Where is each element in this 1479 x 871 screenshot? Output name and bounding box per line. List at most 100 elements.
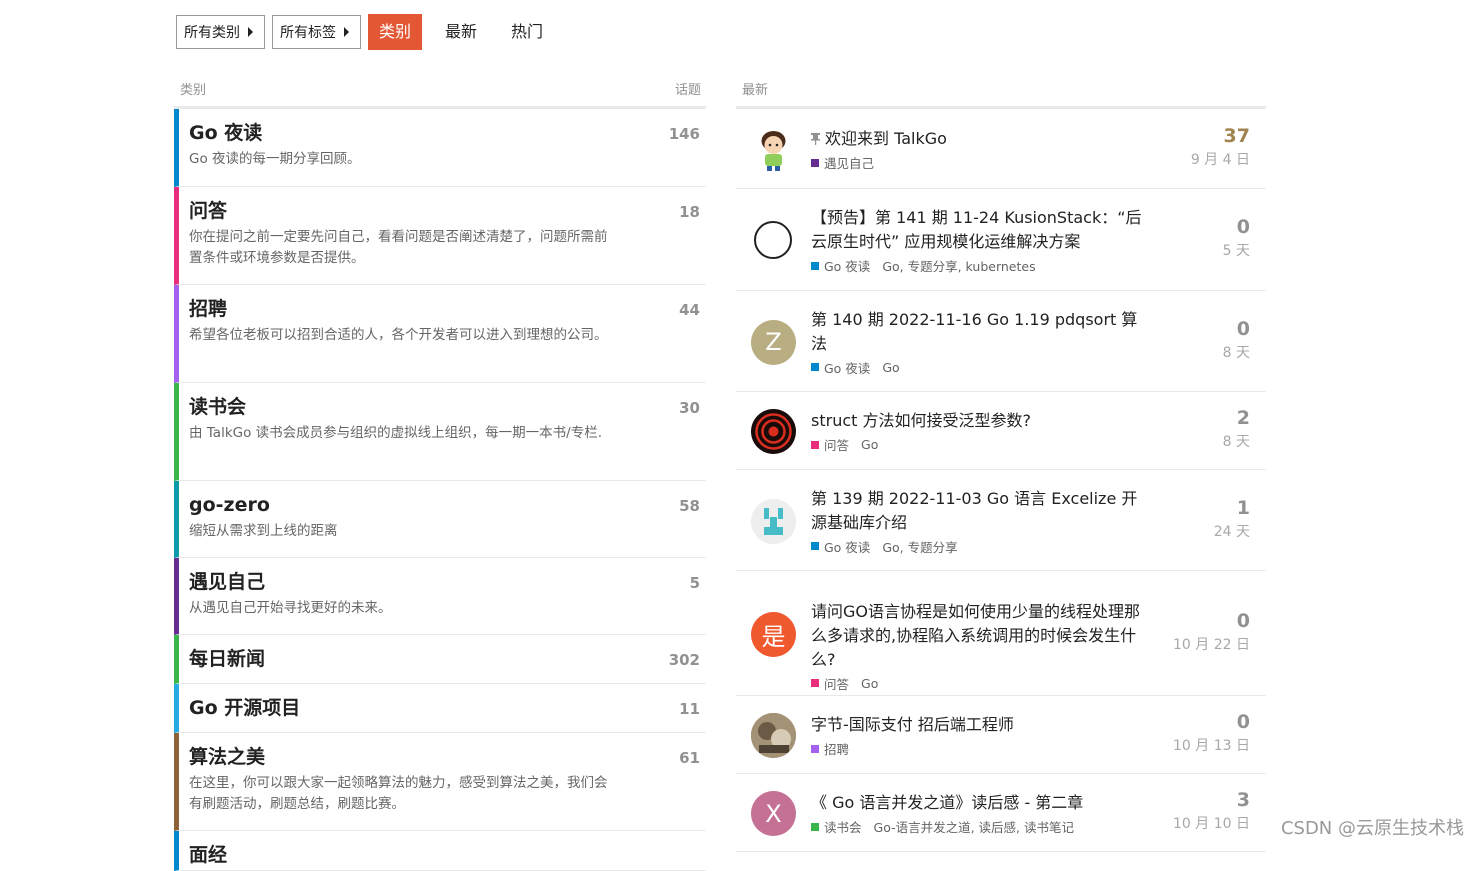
category-row[interactable]: Go 夜读 Go 夜读的每一期分享回顾。 146 bbox=[174, 109, 706, 187]
topic-stats: 08 天 bbox=[1223, 318, 1250, 362]
topic-title-link[interactable]: 欢迎来到 TalkGo bbox=[811, 127, 1151, 151]
category-row[interactable]: Go 开源项目 11 bbox=[174, 684, 706, 733]
user-avatar[interactable] bbox=[751, 713, 796, 758]
topic-title-link[interactable]: 【预告】第 141 期 11-24 KusionStack：“后云原生时代” 应… bbox=[811, 206, 1151, 254]
topic-activity-date[interactable]: 9 月 4 日 bbox=[1191, 149, 1250, 169]
topic-activity-date[interactable]: 8 天 bbox=[1223, 342, 1250, 362]
category-badge-square bbox=[811, 542, 819, 550]
topic-row[interactable]: 是请问GO语言协程是如何使用少量的线程处理那么多请求的,协程陷入系统调用的时候会… bbox=[736, 571, 1266, 696]
topic-meta: Go 夜读 Go, 专题分享, kubernetes bbox=[811, 256, 1151, 275]
topic-category-link[interactable]: 遇见自己 bbox=[824, 153, 874, 172]
category-row[interactable]: 问答你在提问之前一定要先问自己，看看问题是否阐述清楚了，问题所需前置条件或环境参… bbox=[174, 187, 706, 285]
category-description: 你在提问之前一定要先问自己，看看问题是否阐述清楚了，问题所需前置条件或环境参数是… bbox=[189, 229, 608, 266]
topic-category-link[interactable]: 招聘 bbox=[824, 739, 849, 758]
topic-post-count[interactable]: 0 bbox=[1173, 610, 1250, 632]
topic-activity-date[interactable]: 10 月 22 日 bbox=[1173, 634, 1250, 654]
user-avatar[interactable]: X bbox=[751, 791, 796, 836]
topics-column-header[interactable]: 话题 bbox=[675, 79, 701, 98]
user-avatar[interactable] bbox=[754, 221, 792, 259]
topic-meta: 遇见自己 bbox=[811, 153, 1151, 172]
user-avatar[interactable]: Z bbox=[751, 319, 796, 365]
topic-category-link[interactable]: 问答 bbox=[824, 674, 849, 693]
tab-categories[interactable]: 类别 bbox=[368, 14, 423, 50]
category-badge-square bbox=[811, 679, 819, 687]
topic-tags[interactable]: Go, 专题分享, kubernetes bbox=[882, 256, 1035, 275]
topic-post-count[interactable]: 0 bbox=[1223, 318, 1250, 340]
user-avatar[interactable] bbox=[751, 498, 796, 544]
topic-title-link[interactable]: 《 Go 语言并发之道》读后感 - 第二章 bbox=[811, 791, 1151, 815]
category-row[interactable]: 招聘希望各位老板可以招到合适的人，各个开发者可以进入到理想的公司。 44 bbox=[174, 285, 706, 383]
topic-activity-date[interactable]: 8 天 bbox=[1223, 431, 1250, 451]
category-row[interactable]: 遇见自己从遇见自己开始寻找更好的未来。 5 bbox=[174, 558, 706, 635]
category-name[interactable]: 读书会 bbox=[189, 395, 619, 419]
topic-category-link[interactable]: Go 夜读 bbox=[824, 256, 870, 275]
topic-post-count[interactable]: 0 bbox=[1173, 711, 1250, 733]
topic-activity-date[interactable]: 24 天 bbox=[1214, 521, 1250, 541]
topic-tags[interactable]: Go-语言并发之道, 读后感, 读书笔记 bbox=[874, 817, 1074, 836]
user-avatar[interactable] bbox=[751, 127, 796, 172]
category-name[interactable]: 遇见自己 bbox=[189, 570, 619, 594]
category-row[interactable]: go-zero 缩短从需求到上线的距离 58 bbox=[174, 481, 706, 558]
category-name[interactable]: 算法之美 bbox=[189, 745, 619, 769]
category-description: 希望各位老板可以招到合适的人，各个开发者可以进入到理想的公司。 bbox=[189, 327, 608, 343]
topic-title-link[interactable]: 第 140 期 2022-11-16 Go 1.19 pdqsort 算法 bbox=[811, 308, 1151, 356]
topic-activity-date[interactable]: 10 月 10 日 bbox=[1173, 813, 1250, 833]
topic-main: 请问GO语言协程是如何使用少量的线程处理那么多请求的,协程陷入系统调用的时候会发… bbox=[811, 600, 1151, 693]
topic-row[interactable]: X 《 Go 语言并发之道》读后感 - 第二章读书会 Go-语言并发之道, 读后感,… bbox=[736, 774, 1266, 852]
all-categories-label: 所有类别 bbox=[184, 25, 240, 41]
topic-row[interactable]: 第 139 期 2022-11-03 Go 语言 Excelize 开源基础库介… bbox=[736, 470, 1266, 571]
category-name[interactable]: Go 夜读 bbox=[189, 121, 619, 145]
topic-tags[interactable]: Go bbox=[861, 676, 878, 691]
category-column-header[interactable]: 类别 bbox=[180, 79, 206, 98]
all-categories-dropdown[interactable]: 所有类别 bbox=[176, 15, 265, 49]
topic-tags[interactable]: Go bbox=[882, 360, 899, 375]
category-name[interactable]: 问答 bbox=[189, 199, 619, 223]
topic-main: 第 140 期 2022-11-16 Go 1.19 pdqsort 算法 Go … bbox=[811, 308, 1151, 377]
topic-tags[interactable]: Go, 专题分享 bbox=[882, 537, 957, 556]
topic-list: 欢迎来到 TalkGo 遇见自己 37 9 月 4 日【预告】第 141 期 11-2… bbox=[736, 109, 1266, 852]
topic-title-link[interactable]: 第 139 期 2022-11-03 Go 语言 Excelize 开源基础库介… bbox=[811, 487, 1151, 535]
user-avatar[interactable] bbox=[751, 409, 796, 454]
category-description: 从遇见自己开始寻找更好的未来。 bbox=[189, 600, 392, 616]
topic-main: struct 方法如何接受泛型参数? 问答 Go bbox=[811, 409, 1151, 454]
user-avatar[interactable]: 是 bbox=[751, 611, 796, 657]
topic-title-link[interactable]: 请问GO语言协程是如何使用少量的线程处理那么多请求的,协程陷入系统调用的时候会发… bbox=[811, 600, 1151, 672]
category-row[interactable]: 读书会由 TalkGo 读书会成员参与组织的虚拟线上组织，每一期一本书/专栏. 3… bbox=[174, 383, 706, 481]
tab-top[interactable]: 热门 bbox=[500, 14, 554, 50]
category-name[interactable]: 每日新闻 bbox=[189, 647, 265, 671]
category-name[interactable]: Go 开源项目 bbox=[189, 696, 300, 720]
category-row[interactable]: 每日新闻 302 bbox=[174, 635, 706, 684]
topic-title-link[interactable]: struct 方法如何接受泛型参数? bbox=[811, 409, 1151, 433]
all-tags-dropdown[interactable]: 所有标签 bbox=[272, 15, 361, 49]
topic-post-count[interactable]: 0 bbox=[1223, 216, 1250, 238]
topic-category-link[interactable]: Go 夜读 bbox=[824, 537, 870, 556]
topic-title-link[interactable]: 字节-国际支付 招后端工程师 bbox=[811, 713, 1151, 737]
category-name[interactable]: 面经 bbox=[189, 843, 227, 867]
topic-post-count[interactable]: 1 bbox=[1214, 497, 1250, 519]
topic-category-link[interactable]: Go 夜读 bbox=[824, 358, 870, 377]
category-topic-count: 44 bbox=[679, 301, 700, 319]
topic-row[interactable]: 【预告】第 141 期 11-24 KusionStack：“后云原生时代” 应… bbox=[736, 189, 1266, 291]
category-name[interactable]: go-zero bbox=[189, 493, 619, 517]
topic-tags[interactable]: Go bbox=[861, 437, 878, 452]
topic-row[interactable]: struct 方法如何接受泛型参数? 问答 Go 2 8 天 bbox=[736, 392, 1266, 470]
topic-row[interactable]: 字节-国际支付 招后端工程师招聘 0 10 月 13 日 bbox=[736, 696, 1266, 774]
tab-latest[interactable]: 最新 bbox=[434, 14, 488, 50]
topic-activity-date[interactable]: 5 天 bbox=[1223, 240, 1250, 260]
topic-row[interactable]: 欢迎来到 TalkGo 遇见自己 37 9 月 4 日 bbox=[736, 109, 1266, 189]
topic-row[interactable]: Z 第 140 期 2022-11-16 Go 1.19 pdqsort 算法 Go… bbox=[736, 291, 1266, 392]
topic-category-link[interactable]: 读书会 bbox=[824, 817, 862, 836]
topic-post-count[interactable]: 3 bbox=[1173, 789, 1250, 811]
topic-post-count[interactable]: 2 bbox=[1223, 407, 1250, 429]
category-row[interactable]: 算法之美 在这里，你可以跟大家一起领略算法的魅力，感受到算法之美，我们会有刷题活动… bbox=[174, 733, 706, 831]
topic-post-count[interactable]: 37 bbox=[1191, 125, 1250, 147]
category-badge-square bbox=[811, 261, 819, 270]
top-nav: 所有类别 所有标签 类别 最新 热门 bbox=[176, 14, 566, 50]
category-info: 算法之美 在这里，你可以跟大家一起领略算法的魅力，感受到算法之美，我们会有刷题活动… bbox=[189, 733, 619, 830]
category-topic-count: 5 bbox=[689, 574, 700, 592]
category-name[interactable]: 招聘 bbox=[189, 297, 619, 321]
topic-activity-date[interactable]: 10 月 13 日 bbox=[1173, 735, 1250, 755]
topic-category-link[interactable]: 问答 bbox=[824, 435, 849, 454]
category-description: 由 TalkGo 读书会成员参与组织的虚拟线上组织，每一期一本书/专栏. bbox=[189, 425, 602, 441]
category-row[interactable]: 面经 bbox=[174, 831, 706, 871]
